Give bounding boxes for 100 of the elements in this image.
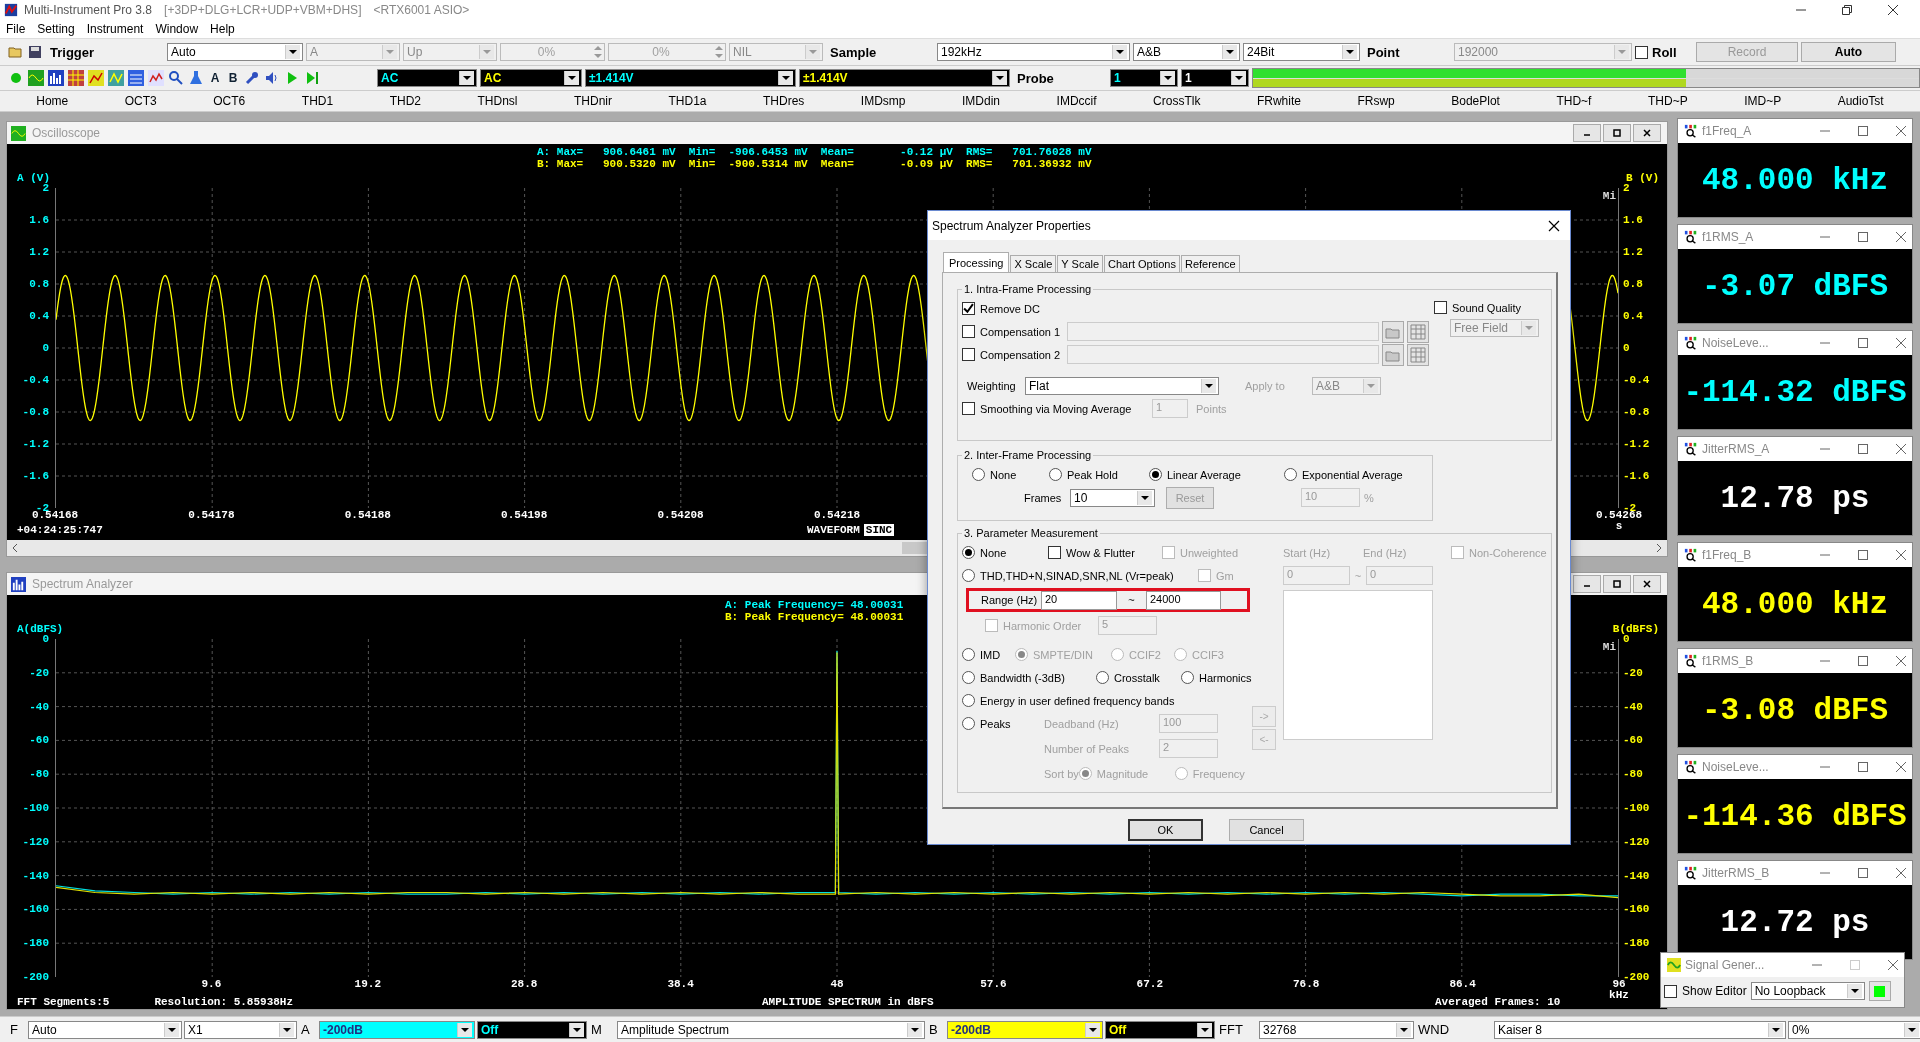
- dropdown[interactable]: Amplitude Spectrum: [617, 1020, 925, 1039]
- instrument-tab[interactable]: THDnsl: [473, 94, 522, 108]
- flask-icon[interactable]: [188, 70, 204, 86]
- list-icon[interactable]: [128, 70, 144, 86]
- instrument-tab[interactable]: Home: [32, 94, 73, 108]
- dropdown[interactable]: Auto: [28, 1020, 182, 1039]
- range-end-field[interactable]: 24000: [1146, 590, 1221, 610]
- instrument-tab[interactable]: THD1a: [664, 94, 711, 108]
- channel-tool[interactable]: B: [226, 71, 240, 85]
- dropdown[interactable]: 24Bit: [1243, 43, 1360, 61]
- maximize-icon[interactable]: [1858, 338, 1868, 348]
- dropdown[interactable]: Off: [477, 1020, 587, 1039]
- instrument-tab[interactable]: FRwhite: [1252, 94, 1305, 108]
- magnifier-icon[interactable]: [168, 70, 184, 86]
- generator-toggle[interactable]: [1868, 981, 1891, 1001]
- chart-icon[interactable]: [108, 70, 124, 86]
- instrument-tab[interactable]: THDnir: [570, 94, 616, 108]
- menu-item[interactable]: File: [6, 22, 26, 36]
- instrument-tab[interactable]: AudioTst: [1833, 94, 1888, 108]
- instrument-tab[interactable]: FRswp: [1353, 94, 1399, 108]
- wrench-icon[interactable]: [244, 70, 260, 86]
- dropdown[interactable]: 32768: [1259, 1020, 1414, 1039]
- instrument-tab[interactable]: BodePlot: [1447, 94, 1504, 108]
- smoothing-checkbox[interactable]: Smoothing via Moving Average: [962, 402, 1152, 415]
- measurement-radio[interactable]: Crosstalk: [1096, 671, 1181, 684]
- dropdown[interactable]: Off: [1105, 1020, 1215, 1039]
- menu-item[interactable]: Help: [210, 22, 235, 36]
- close-button[interactable]: [1633, 575, 1661, 593]
- instrument-tab[interactable]: THD2: [385, 94, 425, 108]
- compensation-file-field[interactable]: [1067, 345, 1379, 364]
- weighting-dropdown[interactable]: Flat: [1025, 376, 1219, 395]
- maximize-icon[interactable]: [1858, 550, 1868, 560]
- dropdown[interactable]: -200dB: [947, 1020, 1103, 1039]
- instrument-tab[interactable]: IMD~P: [1740, 94, 1786, 108]
- instrument-tab[interactable]: OCT6: [209, 94, 250, 108]
- maximize-icon[interactable]: [1858, 868, 1868, 878]
- chart-icon[interactable]: [88, 70, 104, 86]
- step-icon[interactable]: [304, 70, 320, 86]
- instrument-tab[interactable]: IMDsmp: [856, 94, 910, 108]
- loopback-dropdown[interactable]: No Loopback: [1750, 982, 1865, 1000]
- sound-quality-checkbox[interactable]: Sound Quality: [1434, 301, 1539, 314]
- instrument-tab[interactable]: THD~P: [1643, 94, 1692, 108]
- compensation-file-field[interactable]: [1067, 322, 1379, 341]
- spectrum-icon[interactable]: [48, 70, 64, 86]
- instrument-tab[interactable]: THD1: [297, 94, 338, 108]
- averaging-radio[interactable]: Exponential Average: [1284, 468, 1403, 481]
- instrument-tab[interactable]: THD~f: [1552, 94, 1596, 108]
- dropdown[interactable]: 1: [1110, 69, 1178, 87]
- menu-item[interactable]: Window: [155, 22, 199, 36]
- maximize-button[interactable]: [1603, 575, 1631, 593]
- dialog-tab[interactable]: Processing: [943, 252, 1010, 272]
- maximize-icon[interactable]: [1858, 762, 1868, 772]
- maximize-icon[interactable]: [1858, 444, 1868, 454]
- restore-icon[interactable]: [1842, 5, 1852, 15]
- measurement-radio[interactable]: Harmonics: [1181, 671, 1252, 684]
- averaging-radio[interactable]: None: [972, 468, 1049, 481]
- dialog-tab[interactable]: X Scale: [1010, 255, 1057, 272]
- averaging-radio[interactable]: Linear Average: [1149, 468, 1284, 481]
- dropdown[interactable]: X1: [184, 1020, 297, 1039]
- grid-icon[interactable]: [68, 70, 84, 86]
- instrument-tab[interactable]: OCT3: [120, 94, 161, 108]
- measurement-radio[interactable]: None: [962, 546, 1048, 559]
- dropdown[interactable]: ±1.414V: [799, 69, 1010, 87]
- wow-flutter-checkbox[interactable]: Wow & Flutter: [1048, 546, 1162, 559]
- minimize-button[interactable]: [1573, 124, 1601, 142]
- maximize-icon[interactable]: [1858, 126, 1868, 136]
- dropdown[interactable]: AC: [480, 69, 582, 87]
- dropdown[interactable]: 1: [1181, 69, 1249, 87]
- instrument-tab[interactable]: CrossTlk: [1149, 94, 1205, 108]
- dropdown[interactable]: AC: [377, 69, 477, 87]
- menu-item[interactable]: Instrument: [86, 22, 144, 36]
- close-icon[interactable]: [1888, 5, 1898, 15]
- close-button[interactable]: [1633, 124, 1661, 142]
- frames-dropdown[interactable]: 10: [1070, 488, 1155, 507]
- dialog-tab[interactable]: Reference: [1180, 255, 1240, 272]
- measurement-radio[interactable]: Energy in user defined frequency bands: [962, 694, 1175, 707]
- compensation-checkbox[interactable]: Compensation 1: [962, 325, 1067, 338]
- dropdown[interactable]: A&B: [1133, 43, 1240, 61]
- measurement-radio[interactable]: THD,THD+N,SINAD,SNR,NL (Vr=peak): [962, 569, 1198, 582]
- toolbar-button[interactable]: Auto: [1801, 42, 1896, 62]
- range-start-field[interactable]: 20: [1041, 590, 1117, 610]
- dropdown[interactable]: 192kHz: [937, 43, 1130, 61]
- dialog-button[interactable]: Cancel: [1229, 819, 1304, 841]
- measurement-radio[interactable]: Peaks: [962, 717, 1044, 730]
- averaging-radio[interactable]: Peak Hold: [1049, 468, 1149, 481]
- dialog-tab[interactable]: Y Scale: [1057, 255, 1104, 272]
- maximize-icon[interactable]: [1858, 656, 1868, 666]
- instrument-tab[interactable]: IMDdin: [958, 94, 1005, 108]
- show-editor-checkbox[interactable]: Show Editor: [1664, 984, 1747, 998]
- dropdown[interactable]: Auto: [167, 43, 303, 61]
- dropdown[interactable]: Kaiser 8: [1494, 1020, 1786, 1039]
- dialog-tab[interactable]: Chart Options: [1104, 255, 1180, 272]
- measurement-radio[interactable]: Bandwidth (-3dB): [962, 671, 1096, 684]
- maximize-button[interactable]: [1603, 124, 1631, 142]
- dropdown[interactable]: -200dB: [319, 1020, 475, 1039]
- maximize-icon[interactable]: [1858, 232, 1868, 242]
- dropdown[interactable]: 0%: [1788, 1020, 1920, 1039]
- dialog-button[interactable]: OK: [1128, 819, 1203, 841]
- minimize-button[interactable]: [1573, 575, 1601, 593]
- instrument-tab[interactable]: THDres: [759, 94, 809, 108]
